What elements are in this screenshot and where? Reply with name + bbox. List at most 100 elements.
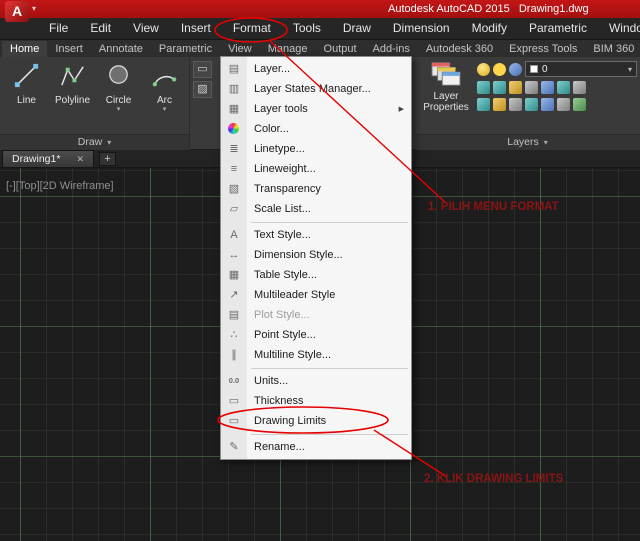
layer-tool-icon[interactable] bbox=[477, 98, 490, 111]
close-icon[interactable]: ✕ bbox=[76, 154, 84, 165]
menu-item-edit[interactable]: Edit bbox=[79, 18, 122, 39]
ribbon-tab-autodesk-360[interactable]: Autodesk 360 bbox=[418, 41, 501, 57]
menu-item-label: Transparency bbox=[254, 183, 321, 195]
menu-item-tools[interactable]: Tools bbox=[282, 18, 332, 39]
ribbon-tab-home[interactable]: Home bbox=[2, 41, 48, 57]
menu-item-insert[interactable]: Insert bbox=[170, 18, 222, 39]
menu-item-label: Tools bbox=[292, 21, 321, 35]
layer-control-row bbox=[477, 98, 637, 111]
circle-tool-button[interactable]: Circle ▾ bbox=[97, 61, 140, 113]
menu-item-label: Dimension bbox=[392, 21, 450, 35]
menu-item-label: Window bbox=[608, 21, 640, 35]
layer-tool-icon[interactable] bbox=[493, 98, 506, 111]
menu-item-icon: 0.0 bbox=[228, 376, 240, 385]
polyline-tool-button[interactable]: Polyline bbox=[51, 61, 94, 113]
draw-panel-label[interactable]: Draw bbox=[0, 134, 189, 150]
ribbon-tab-view[interactable]: View bbox=[220, 41, 260, 57]
layer-tool-icon[interactable] bbox=[509, 98, 522, 111]
format-menu-item-color[interactable]: ● Color... bbox=[221, 119, 411, 139]
menu-item-dimension[interactable]: Dimension bbox=[382, 18, 461, 39]
sun-icon[interactable] bbox=[493, 62, 506, 76]
menu-item-file[interactable]: File bbox=[38, 18, 79, 39]
format-menu-item-layer-states-manager[interactable]: ▥ Layer States Manager... bbox=[221, 79, 411, 99]
layer-tool-icon[interactable] bbox=[477, 81, 490, 94]
menu-item-icon: ↗ bbox=[229, 289, 239, 301]
arc-tool-button[interactable]: Arc ▾ bbox=[143, 61, 186, 113]
menu-item-label: Thickness bbox=[254, 395, 304, 407]
ribbon-tab-express-tools[interactable]: Express Tools bbox=[501, 41, 585, 57]
viewport-controls[interactable]: [-][Top][2D Wireframe] bbox=[6, 180, 114, 192]
menu-item-label: Rename... bbox=[254, 441, 305, 453]
current-layer-name: 0 bbox=[542, 63, 548, 75]
format-menu-item-point-style[interactable]: ∴ Point Style... bbox=[221, 325, 411, 345]
format-menu-item-lineweight[interactable]: ≡ Lineweight... bbox=[221, 159, 411, 179]
format-menu-item-multiline-style[interactable]: ∥ Multiline Style... bbox=[221, 345, 411, 365]
menu-item-icon: ▭ bbox=[228, 415, 240, 427]
new-tab-button[interactable]: + bbox=[99, 152, 116, 166]
menu-item-label: Layer tools bbox=[254, 103, 308, 115]
ribbon-tab-label: Add-ins bbox=[372, 43, 410, 55]
menu-item-label: Drawing Limits bbox=[254, 415, 327, 427]
menu-item-draw[interactable]: Draw bbox=[332, 18, 382, 39]
layer-tool-icon[interactable] bbox=[525, 98, 538, 111]
layer-tool-icon[interactable] bbox=[541, 81, 554, 94]
ribbon-tab-add-ins[interactable]: Add-ins bbox=[365, 41, 418, 57]
menu-item-label: Dimension Style... bbox=[254, 249, 343, 261]
format-menu-item-layer-tools[interactable]: ▦ Layer tools bbox=[221, 99, 411, 119]
ribbon-tab-annotate[interactable]: Annotate bbox=[91, 41, 151, 57]
format-menu-item-layer[interactable]: ▤ Layer... bbox=[221, 59, 411, 79]
freeze-icon[interactable] bbox=[509, 62, 522, 76]
tool-label: Line bbox=[17, 95, 36, 106]
ribbon-tab-label: Express Tools bbox=[509, 43, 578, 55]
tool-label: Polyline bbox=[54, 95, 91, 106]
layer-tool-icon[interactable] bbox=[541, 98, 554, 111]
menu-item-label: Linetype... bbox=[254, 143, 305, 155]
ribbon-tab-parametric[interactable]: Parametric bbox=[151, 41, 220, 57]
rectangle-tool-icon[interactable] bbox=[193, 61, 212, 78]
hatch-tool-icon[interactable] bbox=[193, 81, 212, 98]
ribbon-tab-manage[interactable]: Manage bbox=[260, 41, 316, 57]
format-menu-item-units[interactable]: 0.0 Units... bbox=[221, 371, 411, 391]
bulb-icon[interactable] bbox=[477, 62, 490, 76]
ribbon-tab-label: BIM 360 bbox=[593, 43, 635, 55]
format-menu-item-transparency[interactable]: ▧ Transparency bbox=[221, 179, 411, 199]
line-tool-button[interactable]: Line bbox=[5, 61, 48, 113]
menu-item-icon: ▭ bbox=[228, 395, 240, 407]
format-menu-item-rename[interactable]: ✎ Rename... bbox=[221, 437, 411, 457]
format-menu-item-drawing-limits[interactable]: ▭ Drawing Limits bbox=[221, 411, 411, 431]
format-menu-item-dimension-style[interactable]: ↔ Dimension Style... bbox=[221, 245, 411, 265]
file-tab-drawing1[interactable]: Drawing1* ✕ bbox=[2, 150, 94, 167]
layer-tool-icon[interactable] bbox=[525, 81, 538, 94]
format-menu-item-table-style[interactable]: ▦ Table Style... bbox=[221, 265, 411, 285]
layers-panel-label[interactable]: Layers bbox=[415, 134, 640, 150]
menu-item-icon: ∴ bbox=[230, 329, 238, 341]
layer-tool-icon[interactable] bbox=[557, 98, 570, 111]
draw-panel-extra-tools bbox=[193, 61, 217, 98]
menu-item-window[interactable]: Window bbox=[598, 18, 640, 39]
ribbon-tab-output[interactable]: Output bbox=[316, 41, 365, 57]
ribbon-tab-bim-360[interactable]: BIM 360 bbox=[585, 41, 640, 57]
layer-properties-button[interactable]: Layer Properties bbox=[418, 60, 474, 113]
format-menu-item-text-style[interactable]: A Text Style... bbox=[221, 225, 411, 245]
layer-tool-icon[interactable] bbox=[557, 81, 570, 94]
layer-tool-icon[interactable] bbox=[509, 81, 522, 94]
menu-item-format[interactable]: Format bbox=[222, 18, 282, 39]
ribbon-tab-insert[interactable]: Insert bbox=[47, 41, 91, 57]
menu-item-icon: ▥ bbox=[228, 83, 240, 95]
format-menu-item-scale-list[interactable]: ▱ Scale List... bbox=[221, 199, 411, 219]
autocad-logo[interactable]: A bbox=[5, 1, 29, 22]
layer-tool-icon[interactable] bbox=[493, 81, 506, 94]
menu-item-icon: ● bbox=[228, 123, 239, 134]
layer-combo[interactable]: 0 bbox=[525, 61, 637, 77]
chevron-down-icon[interactable]: ▾ bbox=[32, 4, 36, 13]
format-menu-item-linetype[interactable]: ≣ Linetype... bbox=[221, 139, 411, 159]
menu-item-parametric[interactable]: Parametric bbox=[518, 18, 598, 39]
format-menu-item-thickness[interactable]: ▭ Thickness bbox=[221, 391, 411, 411]
layer-tool-icon[interactable] bbox=[573, 81, 586, 94]
menu-item-modify[interactable]: Modify bbox=[461, 18, 518, 39]
format-menu-item-multileader-style[interactable]: ↗ Multileader Style bbox=[221, 285, 411, 305]
menu-item-view[interactable]: View bbox=[122, 18, 170, 39]
menu-item-label: Edit bbox=[90, 21, 112, 35]
layer-control-row bbox=[477, 81, 637, 94]
layer-tool-icon[interactable] bbox=[573, 98, 586, 111]
